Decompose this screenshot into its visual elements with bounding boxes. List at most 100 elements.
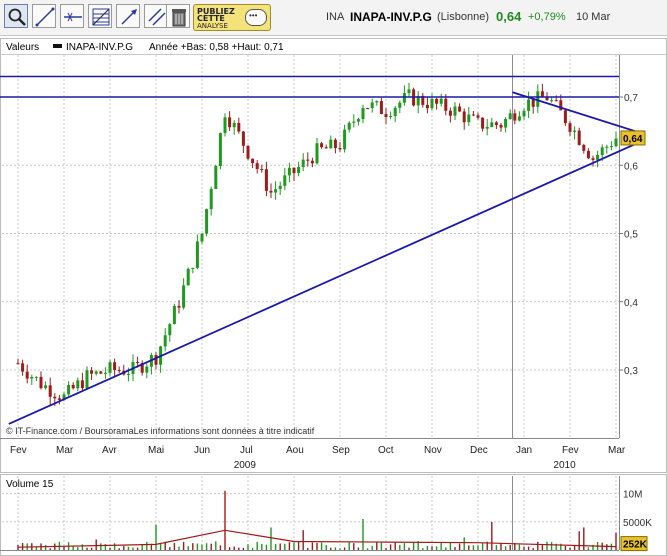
candle-body [448,110,452,116]
candle-body [264,169,268,191]
candle-body [218,133,222,166]
candle-body [343,129,347,150]
ticker-header: INA INAPA-INV.P.G (Lisbonne) 0,64 +0,79%… [300,9,660,27]
fibonacci-tool-button[interactable] [88,4,112,28]
last-volume-label: 252K [623,540,648,551]
volume-chart[interactable]: Volume 15 10M 5000K 252K [0,474,667,556]
candle-body [329,139,333,149]
candle-body [117,370,121,372]
legend-stats: Année +Bas: 0,58 +Haut: 0,71 [149,42,284,53]
ticker-price: 0,64 [496,9,522,24]
candle-body [287,167,291,176]
arrow-tool-button[interactable] [116,4,140,28]
y-tick-label: 0,5 [624,230,638,241]
ticker-market: (Lisbonne) [437,11,489,23]
candle-body [48,385,52,397]
candle-body [609,146,613,148]
candle-body [425,104,429,109]
candle-body [306,159,310,161]
candle-body [366,108,370,110]
candle-body [596,155,600,160]
candle-body [71,384,75,389]
candle-body [586,150,590,159]
candle-body [269,190,273,193]
price-panel-frame [0,38,667,473]
candle-body [577,130,581,145]
horizontal-line-tool-button[interactable] [60,4,84,28]
copyright-footer: © IT-Finance.com / BoursoramaLes informa… [6,426,315,436]
candle-body [214,165,218,189]
y-tick-label: 0,3 [624,366,638,377]
candle-body [485,126,489,129]
candle-body [499,124,503,128]
candle-body [563,110,567,124]
volume-tick-label: 10M [623,490,642,501]
x-tick-label: Jun [194,445,210,456]
candle-body [568,123,572,132]
candle-body [274,189,278,193]
last-price-label: 0,64 [623,134,643,145]
candle-body [481,117,485,129]
ticker-name: INAPA-INV.P.G [350,10,432,24]
candle-body [494,122,498,125]
candle-body [108,362,112,373]
candle-body [99,371,103,374]
delete-button[interactable] [166,4,190,28]
candle-body [126,373,130,375]
ticker-change: +0,79% [528,11,566,23]
price-chart[interactable]: Valeurs INAPA-INV.P.G Année +Bas: 0,58 +Ha… [0,38,667,473]
candle-body [44,385,48,389]
candle-body [168,324,172,336]
x-tick-label: Mai [148,445,164,456]
trendline-icon [35,7,55,27]
y-tick-label: 0,4 [624,298,638,309]
candle-body [333,139,337,149]
x-tick-label: Jul [240,445,253,456]
candle-body [205,209,209,234]
trendline-tool-button[interactable] [32,4,56,28]
speech-bubble-icon [245,9,267,26]
candle-body [490,122,494,127]
candle-body [384,114,388,118]
y-tick-label: 0,7 [624,93,638,104]
candle-body [237,122,241,132]
ticker-date: 10 Mar [576,11,611,23]
x-tick-label: Avr [102,445,117,456]
candle-body [527,99,531,111]
candle-body [94,371,98,374]
y-tick-label: 0,6 [624,161,638,172]
candle-body [195,241,199,268]
parallel-lines-tool-button[interactable] [144,4,168,28]
x-tick-label: Aou [286,445,304,456]
candle-body [554,100,558,102]
candle-body [315,143,319,164]
year-label: 2010 [553,460,576,471]
x-tick-label: Oct [378,445,394,456]
candle-body [200,233,204,242]
candle-body [145,366,149,373]
candle-body [172,305,176,325]
candle-body [550,100,554,102]
candle-body [34,376,38,378]
volume-tick-label: 5000K [623,518,652,529]
candle-body [370,102,374,109]
candle-body [591,158,595,160]
candle-body [614,138,618,147]
x-tick-label: Nov [424,445,442,456]
candle-body [21,363,25,372]
candle-body [398,102,402,108]
candle-body [375,101,379,103]
candle-body [402,93,406,103]
candle-body [297,167,301,174]
candle-body [435,98,439,104]
candle-body [605,146,609,148]
candle-body [53,396,57,399]
candle-body [517,116,521,121]
legend-series: INAPA-INV.P.G [66,42,133,53]
candle-body [228,117,232,128]
candle-body [430,98,434,109]
publish-analysis-button[interactable]: PUBLIEZ CETTE ANALYSE [193,4,271,31]
x-tick-label: Dec [470,445,488,456]
zoom-tool-button[interactable] [4,4,28,28]
horizontal-line-icon [64,12,82,22]
